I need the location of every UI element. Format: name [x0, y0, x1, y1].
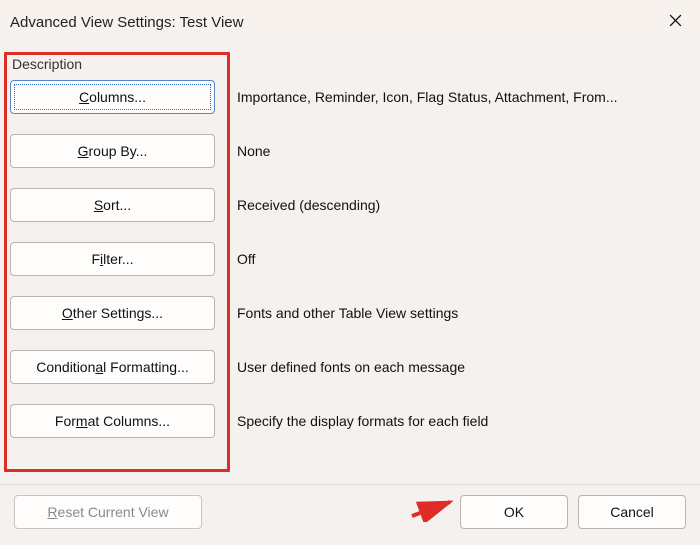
sort-button[interactable]: Sort...	[10, 188, 215, 222]
filter-description: Off	[237, 251, 690, 267]
other-settings-button[interactable]: Other Settings...	[10, 296, 215, 330]
format-columns-button[interactable]: Format Columns...	[10, 404, 215, 438]
sort-description: Received (descending)	[237, 197, 690, 213]
dialog-title: Advanced View Settings: Test View	[10, 14, 654, 31]
conditional-formatting-description: User defined fonts on each message	[237, 359, 690, 375]
columns-description: Importance, Reminder, Icon, Flag Status,…	[237, 89, 690, 105]
group-by-button[interactable]: Group By...	[10, 134, 215, 168]
description-label: Description	[12, 56, 690, 72]
ok-button[interactable]: OK	[460, 495, 568, 529]
close-button[interactable]	[654, 6, 696, 38]
format-columns-description: Specify the display formats for each fie…	[237, 413, 690, 429]
other-settings-description: Fonts and other Table View settings	[237, 305, 690, 321]
conditional-formatting-button[interactable]: Conditional Formatting...	[10, 350, 215, 384]
close-icon	[669, 14, 682, 30]
columns-button[interactable]: Columns...	[10, 80, 215, 114]
cancel-button[interactable]: Cancel	[578, 495, 686, 529]
reset-current-view-button: Reset Current View	[14, 495, 202, 529]
group-by-description: None	[237, 143, 690, 159]
filter-button[interactable]: Filter...	[10, 242, 215, 276]
